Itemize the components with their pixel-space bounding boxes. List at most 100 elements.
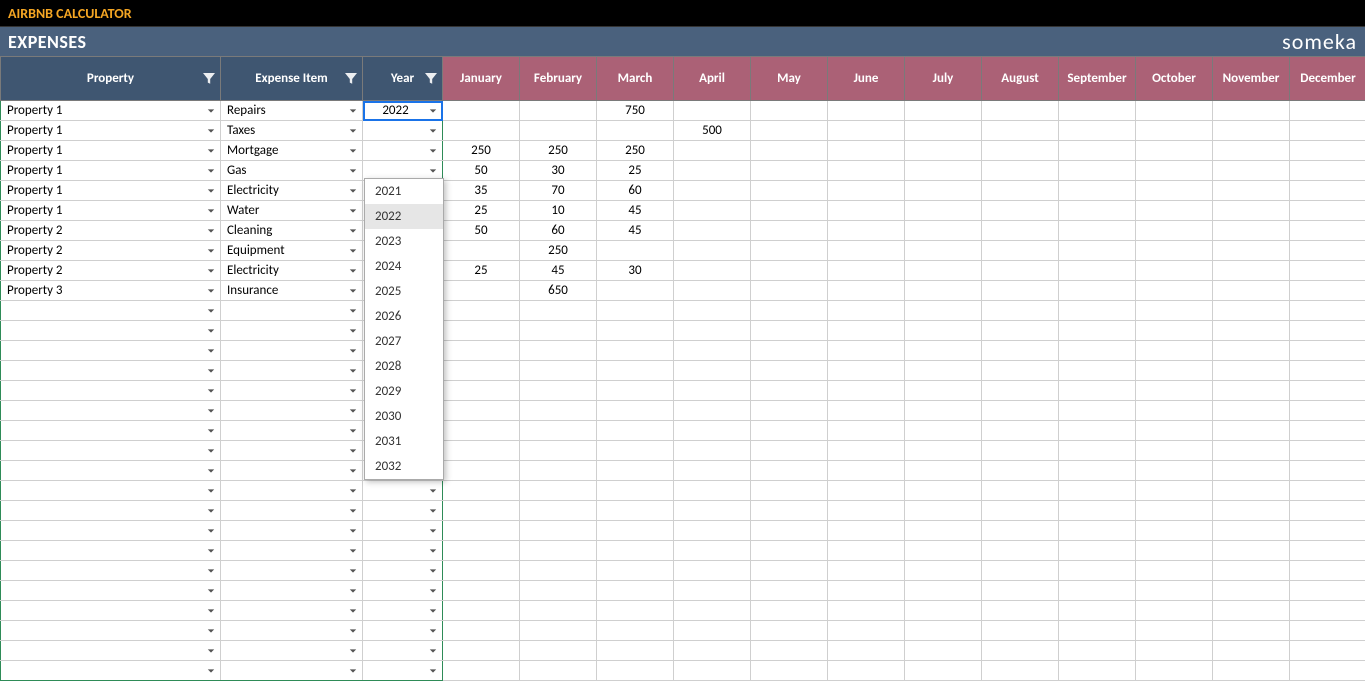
- month-cell[interactable]: [1059, 621, 1136, 641]
- expense-cell[interactable]: [221, 641, 363, 661]
- month-cell[interactable]: [751, 481, 828, 501]
- month-cell[interactable]: [751, 581, 828, 601]
- expense-cell[interactable]: [221, 321, 363, 341]
- year-option[interactable]: 2029: [365, 379, 443, 404]
- month-cell[interactable]: [1059, 561, 1136, 581]
- month-cell[interactable]: [751, 261, 828, 281]
- month-cell[interactable]: [751, 341, 828, 361]
- month-cell[interactable]: [597, 661, 674, 681]
- month-cell[interactable]: [1136, 241, 1213, 261]
- month-cell[interactable]: [828, 121, 905, 141]
- month-cell[interactable]: [905, 421, 982, 441]
- month-cell[interactable]: [674, 361, 751, 381]
- property-cell[interactable]: [1, 641, 221, 661]
- month-cell[interactable]: [674, 381, 751, 401]
- month-cell[interactable]: [1290, 481, 1365, 501]
- month-cell[interactable]: [828, 641, 905, 661]
- header-month[interactable]: March: [597, 57, 674, 101]
- chevron-down-icon[interactable]: [346, 504, 360, 518]
- month-cell[interactable]: [597, 321, 674, 341]
- month-cell[interactable]: [674, 461, 751, 481]
- chevron-down-icon[interactable]: [204, 344, 218, 358]
- month-cell[interactable]: [1213, 601, 1290, 621]
- month-cell[interactable]: [1213, 441, 1290, 461]
- chevron-down-icon[interactable]: [204, 604, 218, 618]
- expense-cell[interactable]: Taxes: [221, 121, 363, 141]
- month-cell[interactable]: [674, 521, 751, 541]
- month-cell[interactable]: [982, 161, 1059, 181]
- month-cell[interactable]: [1290, 341, 1365, 361]
- month-cell[interactable]: [1213, 661, 1290, 681]
- month-cell[interactable]: 10: [520, 201, 597, 221]
- month-cell[interactable]: [1136, 261, 1213, 281]
- month-cell[interactable]: [1059, 421, 1136, 441]
- month-cell[interactable]: [982, 441, 1059, 461]
- property-cell[interactable]: [1, 661, 221, 681]
- year-cell[interactable]: [363, 601, 443, 621]
- month-cell[interactable]: [751, 361, 828, 381]
- property-cell[interactable]: [1, 361, 221, 381]
- expense-cell[interactable]: [221, 401, 363, 421]
- chevron-down-icon[interactable]: [426, 624, 440, 638]
- month-cell[interactable]: [674, 241, 751, 261]
- chevron-down-icon[interactable]: [346, 244, 360, 258]
- chevron-down-icon[interactable]: [204, 204, 218, 218]
- month-cell[interactable]: [905, 581, 982, 601]
- month-cell[interactable]: [982, 641, 1059, 661]
- chevron-down-icon[interactable]: [204, 364, 218, 378]
- month-cell[interactable]: [982, 541, 1059, 561]
- month-cell[interactable]: [1059, 181, 1136, 201]
- header-month[interactable]: July: [905, 57, 982, 101]
- month-cell[interactable]: [1059, 541, 1136, 561]
- property-cell[interactable]: [1, 481, 221, 501]
- chevron-down-icon[interactable]: [346, 604, 360, 618]
- month-cell[interactable]: [1136, 341, 1213, 361]
- month-cell[interactable]: [751, 281, 828, 301]
- month-cell[interactable]: [1136, 441, 1213, 461]
- month-cell[interactable]: [905, 461, 982, 481]
- month-cell[interactable]: [905, 241, 982, 261]
- month-cell[interactable]: [1290, 501, 1365, 521]
- chevron-down-icon[interactable]: [426, 124, 440, 138]
- month-cell[interactable]: [751, 601, 828, 621]
- month-cell[interactable]: [1136, 661, 1213, 681]
- month-cell[interactable]: [1136, 281, 1213, 301]
- month-cell[interactable]: [1136, 481, 1213, 501]
- month-cell[interactable]: [982, 321, 1059, 341]
- header-month[interactable]: August: [982, 57, 1059, 101]
- chevron-down-icon[interactable]: [346, 584, 360, 598]
- month-cell[interactable]: [1290, 181, 1365, 201]
- year-option[interactable]: 2021: [365, 179, 443, 204]
- chevron-down-icon[interactable]: [346, 204, 360, 218]
- month-cell[interactable]: 250: [597, 141, 674, 161]
- year-option[interactable]: 2032: [365, 454, 443, 479]
- month-cell[interactable]: [1059, 321, 1136, 341]
- property-cell[interactable]: Property 3: [1, 281, 221, 301]
- month-cell[interactable]: [1136, 421, 1213, 441]
- month-cell[interactable]: [1059, 641, 1136, 661]
- month-cell[interactable]: 250: [520, 141, 597, 161]
- month-cell[interactable]: [520, 461, 597, 481]
- chevron-down-icon[interactable]: [204, 264, 218, 278]
- month-cell[interactable]: [443, 101, 520, 121]
- month-cell[interactable]: [982, 621, 1059, 641]
- chevron-down-icon[interactable]: [426, 524, 440, 538]
- chevron-down-icon[interactable]: [204, 104, 218, 118]
- month-cell[interactable]: 45: [520, 261, 597, 281]
- month-cell[interactable]: [751, 461, 828, 481]
- month-cell[interactable]: [443, 541, 520, 561]
- month-cell[interactable]: [674, 621, 751, 641]
- month-cell[interactable]: [751, 621, 828, 641]
- month-cell[interactable]: [1290, 161, 1365, 181]
- month-cell[interactable]: 25: [597, 161, 674, 181]
- month-cell[interactable]: [982, 241, 1059, 261]
- month-cell[interactable]: [982, 141, 1059, 161]
- month-cell[interactable]: [751, 241, 828, 261]
- month-cell[interactable]: [1059, 101, 1136, 121]
- month-cell[interactable]: [1290, 261, 1365, 281]
- month-cell[interactable]: [674, 641, 751, 661]
- month-cell[interactable]: [1290, 601, 1365, 621]
- month-cell[interactable]: [520, 421, 597, 441]
- month-cell[interactable]: [828, 161, 905, 181]
- chevron-down-icon[interactable]: [346, 564, 360, 578]
